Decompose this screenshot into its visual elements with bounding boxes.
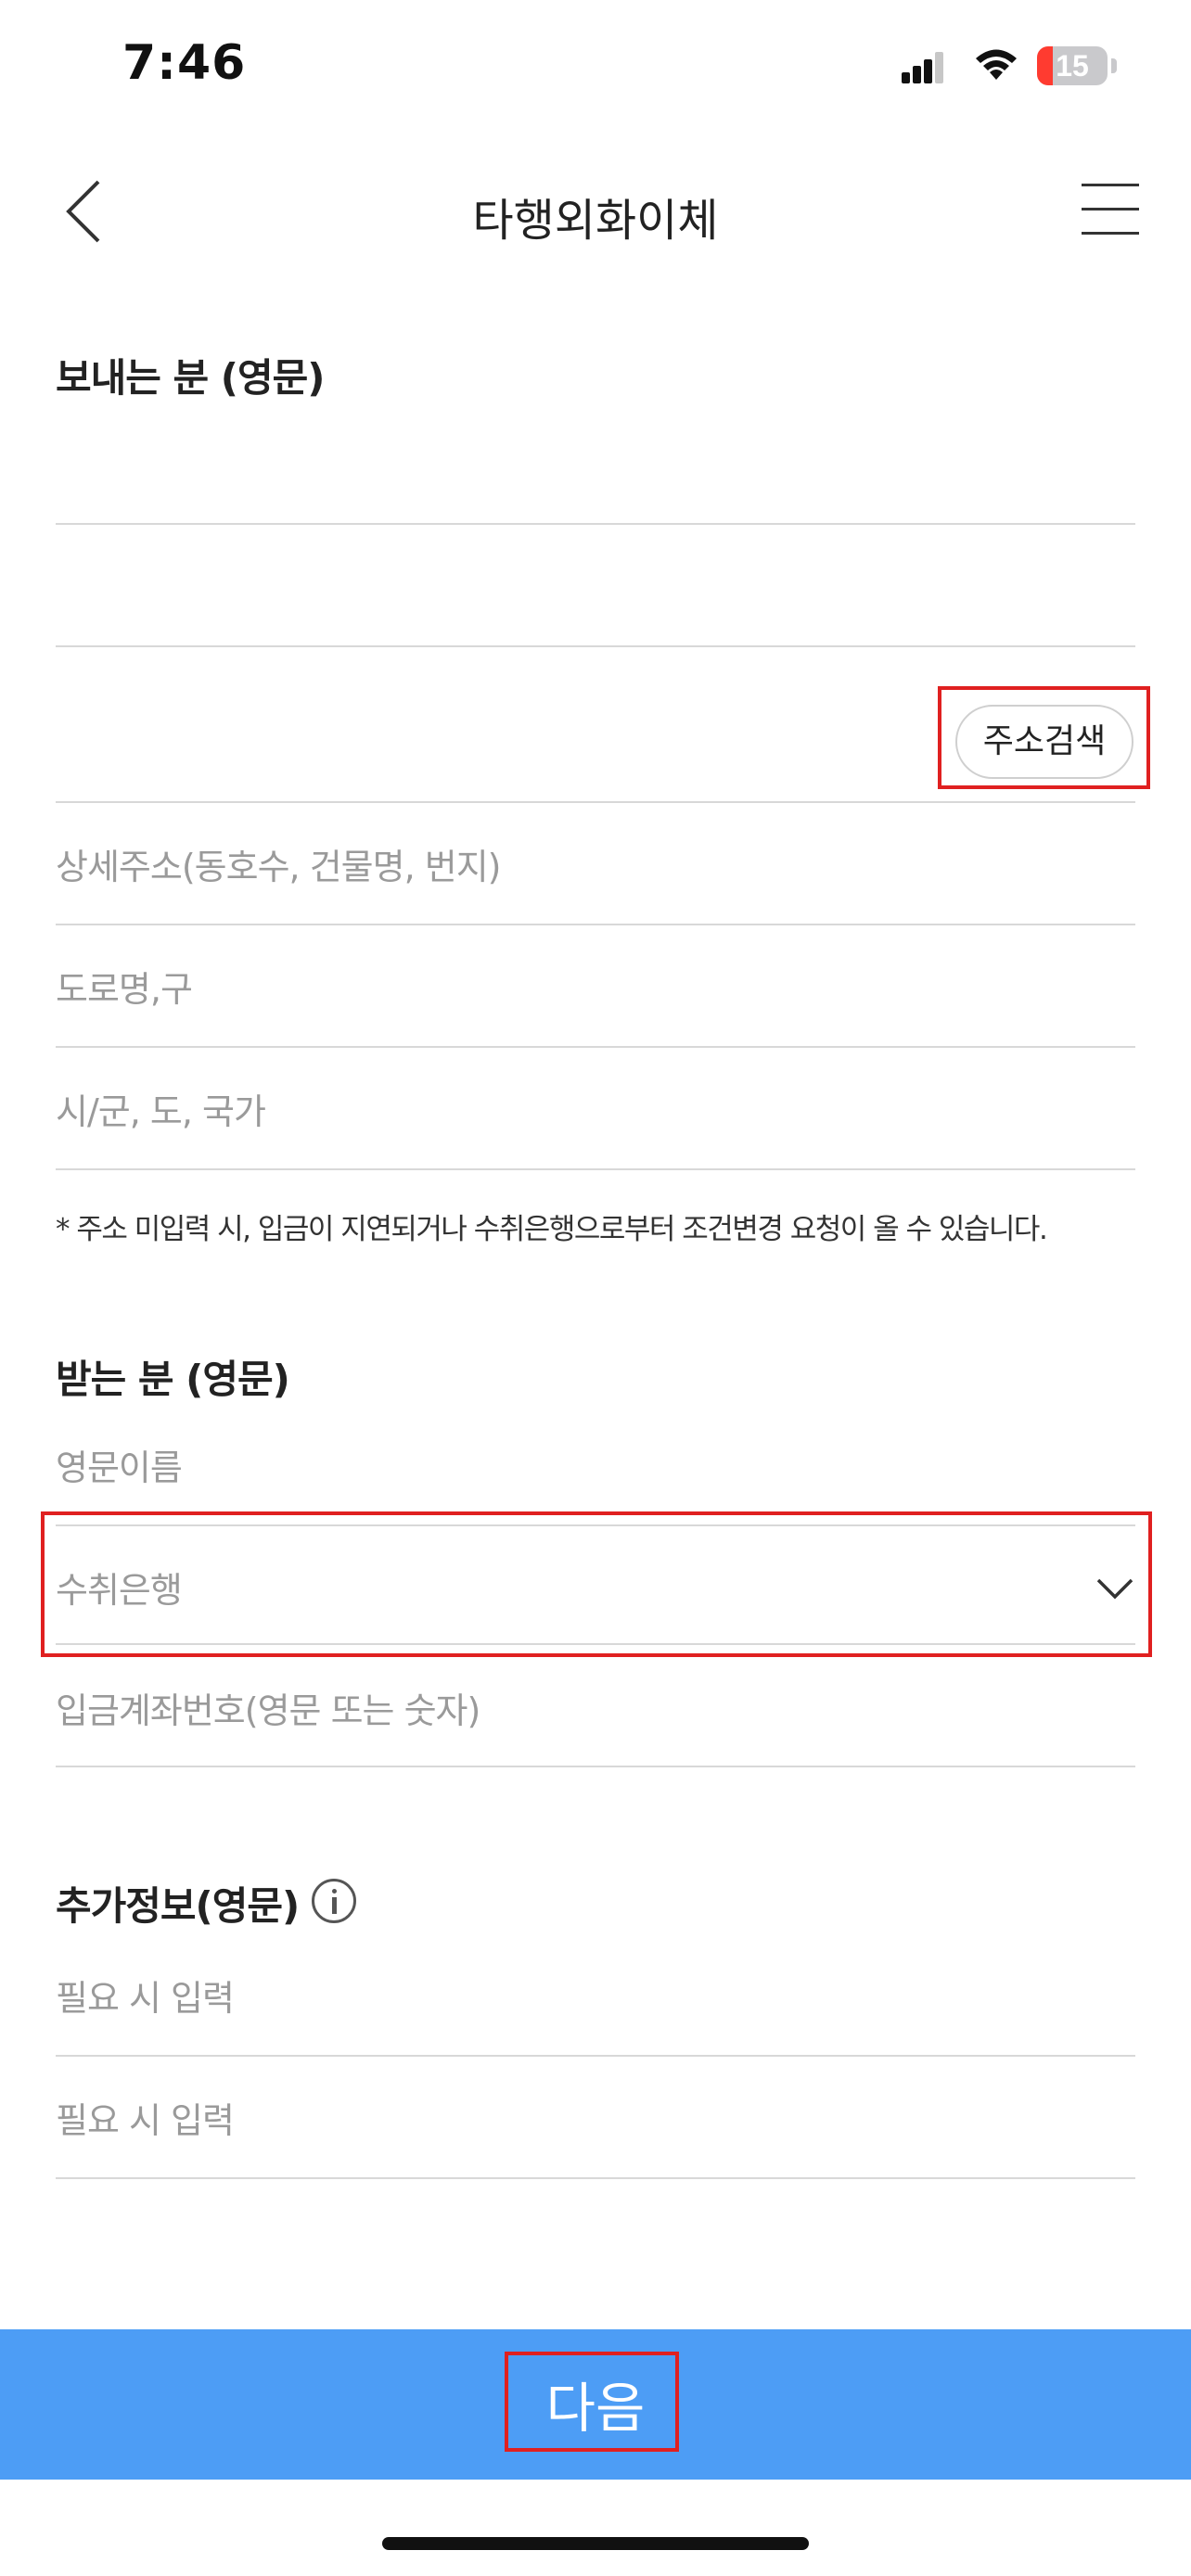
hamburger-menu-icon[interactable] — [1082, 184, 1139, 236]
detail-address-underline — [56, 924, 1135, 925]
highlight-receiving-bank — [41, 1511, 1152, 1657]
zipcode-field[interactable] — [56, 660, 937, 799]
battery-tip — [1111, 58, 1117, 73]
city-country-input[interactable]: 시/군, 도, 국가 — [56, 1083, 266, 1134]
road-name-underline — [56, 1046, 1135, 1048]
app-header: 타행외화이체 — [0, 139, 1191, 278]
sender-extra-field[interactable] — [56, 538, 1135, 645]
additional-info-underline-1 — [56, 2055, 1135, 2057]
info-icon[interactable] — [312, 1879, 356, 1923]
detail-address-input[interactable]: 상세주소(동호수, 건물명, 번지) — [56, 838, 501, 889]
english-name-input[interactable]: 영문이름 — [56, 1439, 183, 1490]
status-time: 7:46 — [122, 35, 247, 91]
additional-info-underline-2 — [56, 2177, 1135, 2179]
city-country-underline — [56, 1168, 1135, 1170]
battery-icon: 15 — [1037, 46, 1108, 85]
sender-section-title: 보내는 분 (영문) — [56, 355, 325, 401]
wifi-icon — [976, 49, 1017, 80]
additional-info-input-1[interactable]: 필요 시 입력 — [56, 1970, 235, 2021]
sender-name-underline — [56, 523, 1135, 525]
battery-level: 15 — [1056, 49, 1089, 83]
cellular-signal-icon — [902, 52, 944, 83]
page-title: 타행외화이체 — [472, 195, 719, 247]
zipcode-underline — [56, 801, 1135, 803]
account-number-input[interactable]: 입금계좌번호(영문 또는 숫자) — [56, 1682, 480, 1733]
sender-extra-underline — [56, 645, 1135, 647]
status-bar: 7:46 15 — [0, 0, 1191, 139]
road-name-input[interactable]: 도로명,구 — [56, 961, 193, 1012]
receiver-section-title: 받는 분 (영문) — [56, 1357, 290, 1402]
home-indicator — [382, 2537, 809, 2550]
highlight-address-search — [938, 686, 1150, 789]
additional-info-input-2[interactable]: 필요 시 입력 — [56, 2092, 235, 2143]
highlight-next-button — [505, 2352, 679, 2452]
address-note: * 주소 미입력 시, 입금이 지연되거나 수취은행으로부터 조건변경 요청이 … — [56, 1213, 1048, 1246]
account-number-underline — [56, 1766, 1135, 1767]
additional-section-title: 추가정보(영문) — [56, 1883, 300, 1929]
sender-name-field[interactable] — [56, 417, 1135, 525]
